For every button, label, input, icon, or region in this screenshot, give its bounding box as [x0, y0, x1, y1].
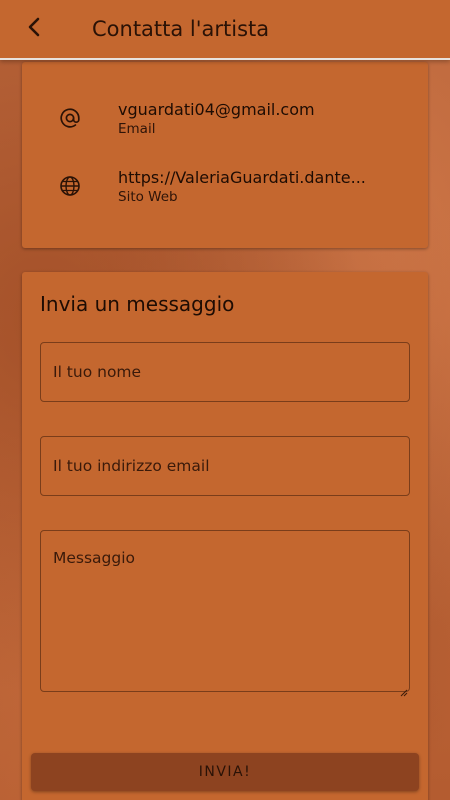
email-value: vguardati04@gmail.com — [118, 100, 315, 119]
globe-icon — [56, 172, 84, 200]
contact-email-row[interactable]: vguardati04@gmail.com Email — [22, 100, 428, 150]
website-label: Sito Web — [118, 189, 178, 205]
email-input[interactable] — [40, 436, 410, 496]
app-bar: Contatta l'artista — [0, 0, 450, 60]
website-value: https://ValeriaGuardati.dante... — [118, 168, 366, 187]
message-form-card: Invia un messaggio INVIA! — [22, 272, 428, 800]
at-sign-icon — [56, 104, 84, 132]
back-button[interactable] — [14, 9, 54, 49]
email-label: Email — [118, 121, 156, 137]
message-textarea[interactable] — [40, 530, 410, 692]
resize-handle-icon[interactable] — [400, 682, 408, 697]
page-title: Contatta l'artista — [92, 17, 270, 41]
form-title: Invia un messaggio — [40, 292, 235, 316]
contact-info-card: vguardati04@gmail.com Email https://Vale… — [22, 62, 428, 248]
chevron-left-icon — [27, 16, 41, 42]
send-button[interactable]: INVIA! — [31, 753, 419, 791]
name-input[interactable] — [40, 342, 410, 402]
contact-website-row[interactable]: https://ValeriaGuardati.dante... Sito We… — [22, 168, 428, 218]
